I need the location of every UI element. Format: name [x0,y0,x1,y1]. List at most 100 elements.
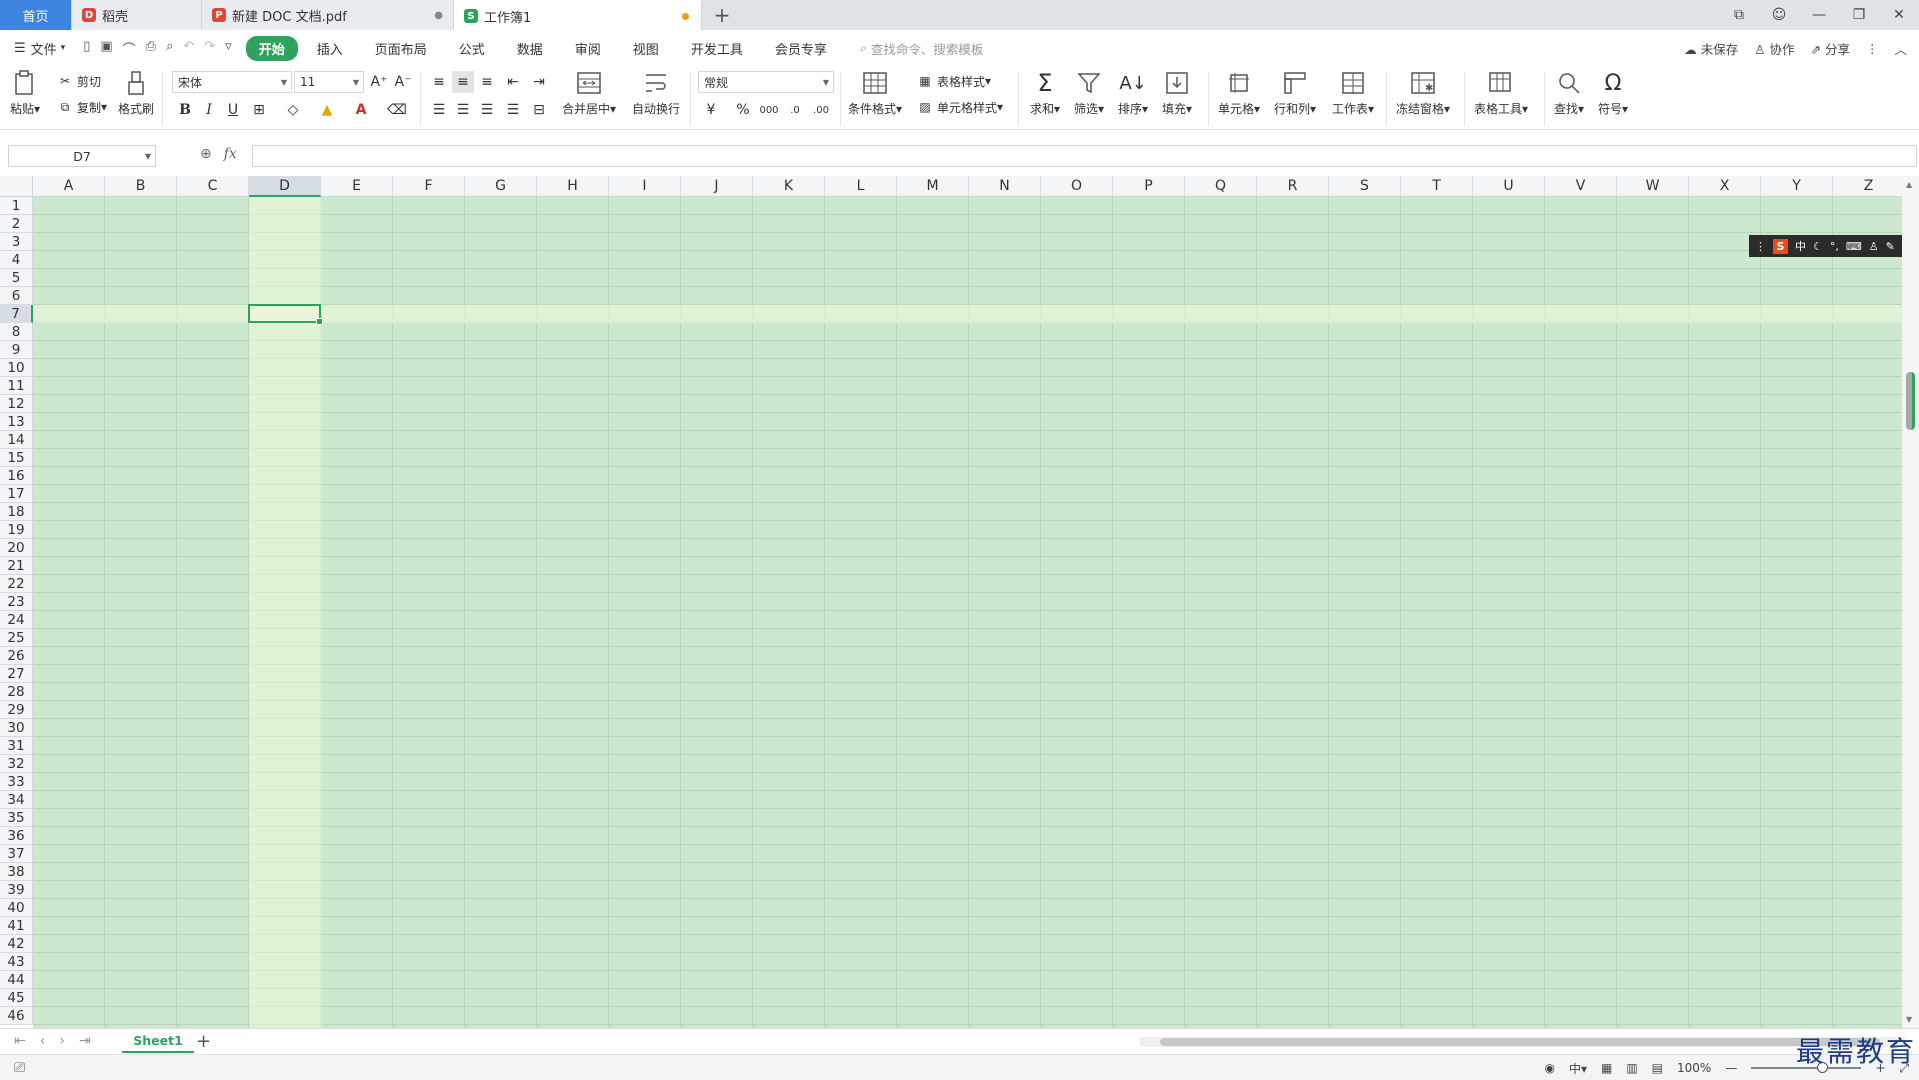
last-sheet-icon[interactable]: ⇥ [79,1033,91,1049]
column-header-c[interactable]: C [177,176,249,197]
tab-review[interactable]: 审阅 [562,36,614,61]
column-header-k[interactable]: K [753,176,825,197]
zoom-out-icon[interactable]: — [1725,1061,1737,1075]
increase-font-icon[interactable]: A⁺ [368,71,390,93]
zoom-function-icon[interactable]: ⊕ [200,146,212,162]
column-header-a[interactable]: A [33,176,105,197]
column-header-n[interactable]: N [969,176,1041,197]
font-name-select[interactable]: 宋体 ▼ [172,71,292,93]
row-header-11[interactable]: 11 [0,377,33,395]
column-header-t[interactable]: T [1401,176,1473,197]
name-box[interactable]: D7 ▼ [8,145,156,167]
freeze-button[interactable]: ✱ 冻结窗格▾ [1396,70,1450,117]
undo-icon[interactable]: ↶ [183,39,194,58]
prev-sheet-icon[interactable]: ‹ [40,1033,46,1049]
row-header-27[interactable]: 27 [0,665,33,683]
column-header-p[interactable]: P [1113,176,1185,197]
cell-style-button[interactable]: ▨ 单元格样式 ▾ [916,98,1003,116]
tools-icon[interactable]: ✎ [1886,240,1895,253]
align-center-icon[interactable]: ☰ [452,99,474,121]
row-header-28[interactable]: 28 [0,683,33,701]
column-header-f[interactable]: F [393,176,465,197]
collapse-ribbon-icon[interactable]: ︿ [1894,39,1907,58]
tab-formula[interactable]: 公式 [446,36,498,61]
row-header-12[interactable]: 12 [0,395,33,413]
decrease-font-icon[interactable]: A⁻ [392,71,414,93]
scroll-down-icon[interactable]: ▼ [1906,1015,1912,1024]
row-header-30[interactable]: 30 [0,719,33,737]
user-icon[interactable]: ♙ [1869,240,1879,253]
find-button[interactable]: 查找▾ [1554,70,1584,117]
close-window-button[interactable]: ✕ [1879,7,1919,23]
normal-view-icon[interactable]: ▦ [1601,1061,1612,1075]
column-header-o[interactable]: O [1041,176,1113,197]
row-header-39[interactable]: 39 [0,881,33,899]
next-sheet-icon[interactable]: › [59,1033,65,1049]
row-header-14[interactable]: 14 [0,431,33,449]
tab-workbook[interactable]: S 工作簿1 [454,0,702,30]
vertical-scrollbar[interactable]: ▲ ▼ [1902,176,1919,1028]
column-header-h[interactable]: H [537,176,609,197]
page-layout-view-icon[interactable]: ▥ [1626,1061,1637,1075]
increase-decimal-icon[interactable]: .0 [784,99,806,121]
paste-button[interactable]: 粘贴▾ [10,70,40,117]
row-col-button[interactable]: 行和列▾ [1274,70,1316,117]
row-header-35[interactable]: 35 [0,809,33,827]
tab-page-layout[interactable]: 页面布局 [362,36,440,61]
align-left-icon[interactable]: ☰ [428,99,450,121]
tab-developer[interactable]: 开发工具 [678,36,756,61]
print-preview-icon[interactable]: ⌕ [166,39,173,58]
row-header-34[interactable]: 34 [0,791,33,809]
tab-data[interactable]: 数据 [504,36,556,61]
tab-pdf[interactable]: P 新建 DOC 文档.pdf ● [202,0,454,30]
decrease-decimal-icon[interactable]: .00 [810,99,832,121]
file-menu[interactable]: ☰ 文件 ▾ [14,39,65,58]
row-header-25[interactable]: 25 [0,629,33,647]
percent-icon[interactable]: % [732,99,754,121]
row-header-23[interactable]: 23 [0,593,33,611]
column-header-b[interactable]: B [105,176,177,197]
row-header-37[interactable]: 37 [0,845,33,863]
sort-button[interactable]: A↓ 排序▾ [1118,70,1148,117]
avatar[interactable]: ☺ [1759,7,1799,23]
column-header-s[interactable]: S [1329,176,1401,197]
row-header-29[interactable]: 29 [0,701,33,719]
scroll-thumb[interactable] [1906,372,1915,430]
align-right-icon[interactable]: ☰ [476,99,498,121]
format-painter-button[interactable]: 格式刷 [118,70,154,117]
hscroll-thumb[interactable] [1160,1038,1880,1046]
sum-button[interactable]: Σ 求和▾ [1030,69,1060,117]
column-header-l[interactable]: L [825,176,897,197]
column-header-j[interactable]: J [681,176,753,197]
select-all-corner[interactable] [0,176,33,197]
tab-view[interactable]: 视图 [620,36,672,61]
fill-button[interactable]: 填充▾ [1162,70,1192,117]
worksheet-button[interactable]: 工作表▾ [1332,70,1374,117]
scroll-up-icon[interactable]: ▲ [1906,180,1912,189]
indent-decrease-icon[interactable]: ⇤ [502,71,524,93]
row-header-8[interactable]: 8 [0,323,33,341]
cell-fill-icon[interactable]: ◇ [282,99,304,121]
row-header-32[interactable]: 32 [0,755,33,773]
currency-icon[interactable]: ¥ [700,99,722,121]
row-header-43[interactable]: 43 [0,953,33,971]
keyboard-icon[interactable]: ⌨ [1846,240,1862,253]
tab-start[interactable]: 开始 [245,35,298,61]
tab-home[interactable]: 首页 [0,0,72,30]
drag-handle-icon[interactable]: ⋮ [1755,240,1766,253]
moon-icon[interactable]: ☾ [1813,240,1823,253]
fx-icon[interactable]: fx [224,146,237,162]
row-header-10[interactable]: 10 [0,359,33,377]
row-header-21[interactable]: 21 [0,557,33,575]
row-header-19[interactable]: 19 [0,521,33,539]
row-header-46[interactable]: 46 [0,1007,33,1025]
distribute-icon[interactable]: ⊟ [528,99,550,121]
row-header-24[interactable]: 24 [0,611,33,629]
sheet-tab[interactable]: Sheet1 [122,1029,194,1053]
minimize-button[interactable]: — [1799,7,1839,23]
first-sheet-icon[interactable]: ⇤ [14,1033,26,1049]
column-header-y[interactable]: Y [1761,176,1833,197]
row-header-22[interactable]: 22 [0,575,33,593]
column-header-v[interactable]: V [1545,176,1617,197]
row-header-7[interactable]: 7 [0,305,33,323]
